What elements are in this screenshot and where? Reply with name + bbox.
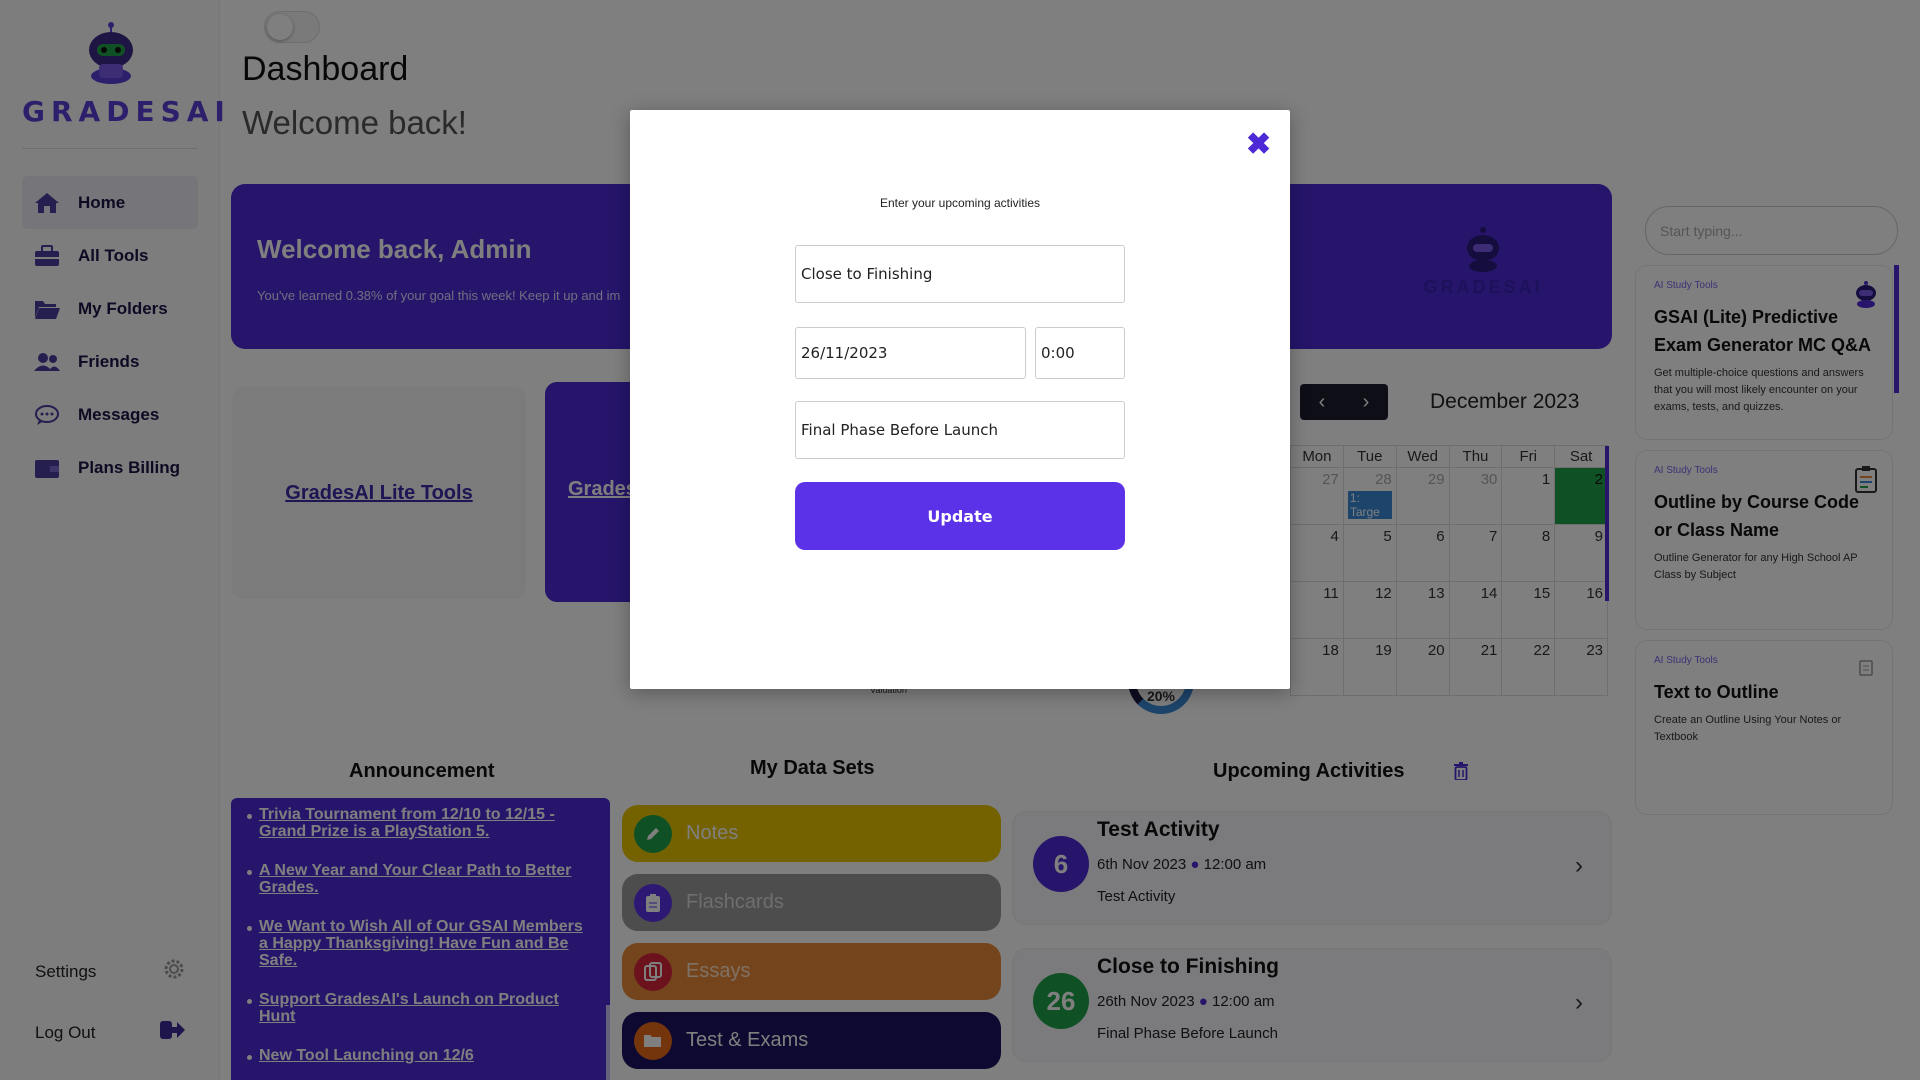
activity-date-input[interactable] <box>795 327 1026 379</box>
modal-label: Enter your upcoming activities <box>879 196 1041 210</box>
close-icon[interactable]: ✖ <box>1246 130 1271 160</box>
activity-modal: ✖ Enter your upcoming activities Update <box>630 110 1290 689</box>
activity-description-input[interactable] <box>795 401 1125 459</box>
update-button[interactable]: Update <box>795 482 1125 550</box>
activity-title-input[interactable] <box>795 245 1125 303</box>
activity-time-input[interactable] <box>1035 327 1125 379</box>
